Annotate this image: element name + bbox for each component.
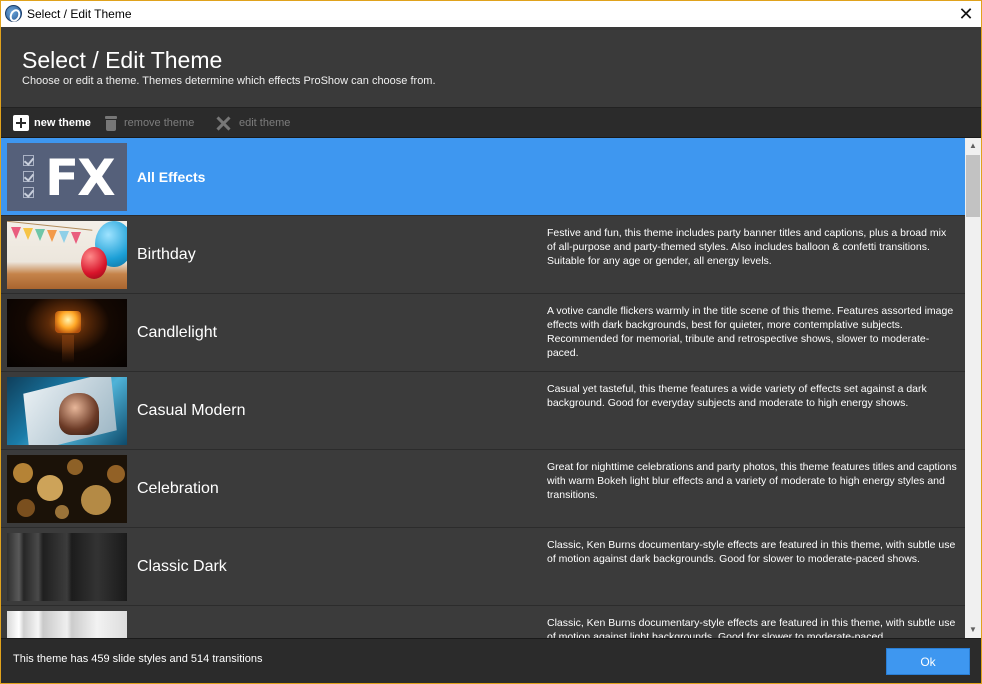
candle-reflection [62,335,74,363]
scroll-up-arrow-icon[interactable]: ▲ [965,138,981,154]
balloons-image [7,221,127,289]
theme-description: Casual yet tasteful, this theme features… [547,383,927,409]
page-subtitle: Choose or edit a theme. Themes determine… [22,75,436,87]
theme-row-all-effects[interactable]: FX All Effects [1,138,965,216]
banner-flag [11,227,21,239]
theme-row-casual-modern[interactable]: Casual Modern Casual yet tasteful, this … [1,372,965,450]
bokeh-light [17,499,35,517]
photo-subject [59,393,99,435]
theme-row-candlelight[interactable]: Candlelight A votive candle flickers war… [1,294,965,372]
theme-description: Great for nighttime celebrations and par… [547,461,957,501]
bokeh-light [81,485,111,515]
bokeh-light [55,505,69,519]
photo-frame-image [7,377,127,445]
theme-name: Birthday [137,246,196,263]
banner-flag [59,231,69,243]
new-theme-button[interactable]: new theme [13,114,91,132]
remove-theme-label: remove theme [124,117,195,129]
checkbox-icon [23,187,34,198]
theme-description: Festive and fun, this theme includes par… [547,227,947,267]
theme-name: All Effects [137,169,206,185]
fx-checklist-icon: FX [7,143,127,211]
trash-icon [103,115,119,131]
theme-stats-text: This theme has 459 slide styles and 514 … [13,653,263,665]
plus-icon [13,115,29,131]
checkbox-icon [23,155,34,166]
theme-description: Classic, Ken Burns documentary-style eff… [547,617,956,638]
new-theme-label: new theme [34,117,91,129]
theme-name: Candlelight [137,324,218,341]
checkbox-icon [23,171,34,182]
dialog-header: Select / Edit Theme Choose or edit a the… [1,27,981,108]
theme-row-celebration[interactable]: Celebration Great for nighttime celebrat… [1,450,965,528]
theme-description: A votive candle flickers warmly in the t… [547,305,954,359]
edit-theme-button[interactable]: edit theme [214,114,290,132]
bokeh-light [107,465,125,483]
dark-panels-image [7,533,127,601]
dialog-footer: This theme has 459 slide styles and 514 … [1,638,981,683]
theme-toolbar: new theme remove theme edit theme [1,108,981,138]
scrollbar-thumb[interactable] [966,155,980,217]
proshow-app-icon [5,5,22,22]
vertical-scrollbar[interactable]: ▲ ▼ [965,138,981,638]
bokeh-light [13,463,33,483]
balloon-red [81,247,107,279]
select-edit-theme-window: Select / Edit Theme ✕ Select / Edit Them… [0,0,982,684]
banner-flag [23,228,33,240]
title-bar: Select / Edit Theme ✕ [1,1,981,27]
window-title: Select / Edit Theme [27,7,132,21]
banner-flag [71,232,81,244]
tools-icon [214,115,234,131]
banner-flag [35,229,45,241]
candle-flame [55,311,81,333]
theme-row-classic-light[interactable]: Classic, Ken Burns documentary-style eff… [1,606,965,638]
candle-image [7,299,127,367]
theme-description: Classic, Ken Burns documentary-style eff… [547,539,956,565]
banner-flag [47,230,57,242]
edit-theme-label: edit theme [239,117,291,129]
bokeh-light [67,459,83,475]
remove-theme-button[interactable]: remove theme [103,114,194,132]
bokeh-light [37,475,63,501]
theme-list: FX All Effects Birthday Festive and fun,… [1,138,965,638]
theme-name: Casual Modern [137,402,246,419]
theme-row-classic-dark[interactable]: Classic Dark Classic, Ken Burns document… [1,528,965,606]
scroll-down-arrow-icon[interactable]: ▼ [965,622,981,638]
fx-logo: FX [45,149,116,207]
bokeh-image [7,455,127,523]
theme-name: Celebration [137,480,219,497]
light-panels-image [7,611,127,638]
theme-name: Classic Dark [137,558,227,575]
ok-button[interactable]: Ok [886,648,970,675]
theme-row-birthday[interactable]: Birthday Festive and fun, this theme inc… [1,216,965,294]
page-title: Select / Edit Theme [22,47,223,73]
close-button[interactable]: ✕ [951,1,981,27]
